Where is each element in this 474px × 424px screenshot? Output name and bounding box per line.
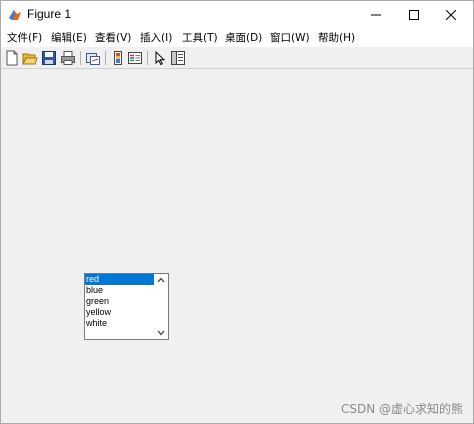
menu-desktop[interactable]: 桌面(D) [225,30,262,45]
title-bar[interactable]: Figure 1 [1,1,473,41]
new-file-icon[interactable] [4,50,20,66]
scroll-up-button[interactable] [154,274,168,286]
menu-edit[interactable]: 编辑(E) [51,30,87,45]
menu-view[interactable]: 查看(V) [95,30,131,45]
listbox-items: red blue green yellow white [85,274,155,329]
listbox-scrollbar[interactable] [154,274,168,339]
color-listbox[interactable]: red blue green yellow white [84,273,169,340]
property-inspector-icon[interactable] [170,50,186,66]
list-item-green[interactable]: green [85,296,155,307]
toolbar [1,47,473,69]
menu-insert[interactable]: 插入(I) [140,30,172,45]
open-folder-icon[interactable] [22,50,38,66]
cursor-icon[interactable] [152,50,168,66]
matlab-logo-icon [8,7,22,21]
list-item-white[interactable]: white [85,318,155,329]
colorbar-icon[interactable] [110,50,126,66]
list-item-yellow[interactable]: yellow [85,307,155,318]
watermark-text: CSDN @虚心求知的熊 [340,402,463,416]
maximize-icon [408,10,419,20]
list-item-red[interactable]: red [85,274,155,285]
close-button[interactable] [428,1,473,29]
legend-icon[interactable] [127,50,143,66]
toolbar-separator [147,51,148,65]
menu-help[interactable]: 帮助(H) [318,30,355,45]
toolbar-separator [80,51,81,65]
chevron-up-icon [157,277,165,283]
menu-bar: 文件(F) 编辑(E) 查看(V) 插入(I) 工具(T) 桌面(D) 窗口(W… [1,29,473,47]
scroll-down-button[interactable] [154,327,168,339]
window-title: Figure 1 [27,7,72,21]
figure-window: Figure 1 文件(F) 编辑(E) 查看(V) 插入(I) 工具(T) 桌… [0,0,474,424]
list-item-blue[interactable]: blue [85,285,155,296]
menu-file[interactable]: 文件(F) [7,30,42,45]
toolbar-separator [105,51,106,65]
chevron-down-icon [157,330,165,336]
print-icon[interactable] [60,50,76,66]
figure-canvas [1,70,473,423]
minimize-icon [370,14,381,16]
save-icon[interactable] [41,50,57,66]
link-figure-icon[interactable] [85,50,101,66]
close-icon [445,10,456,20]
menu-tools[interactable]: 工具(T) [182,30,218,45]
menu-window[interactable]: 窗口(W) [270,30,310,45]
